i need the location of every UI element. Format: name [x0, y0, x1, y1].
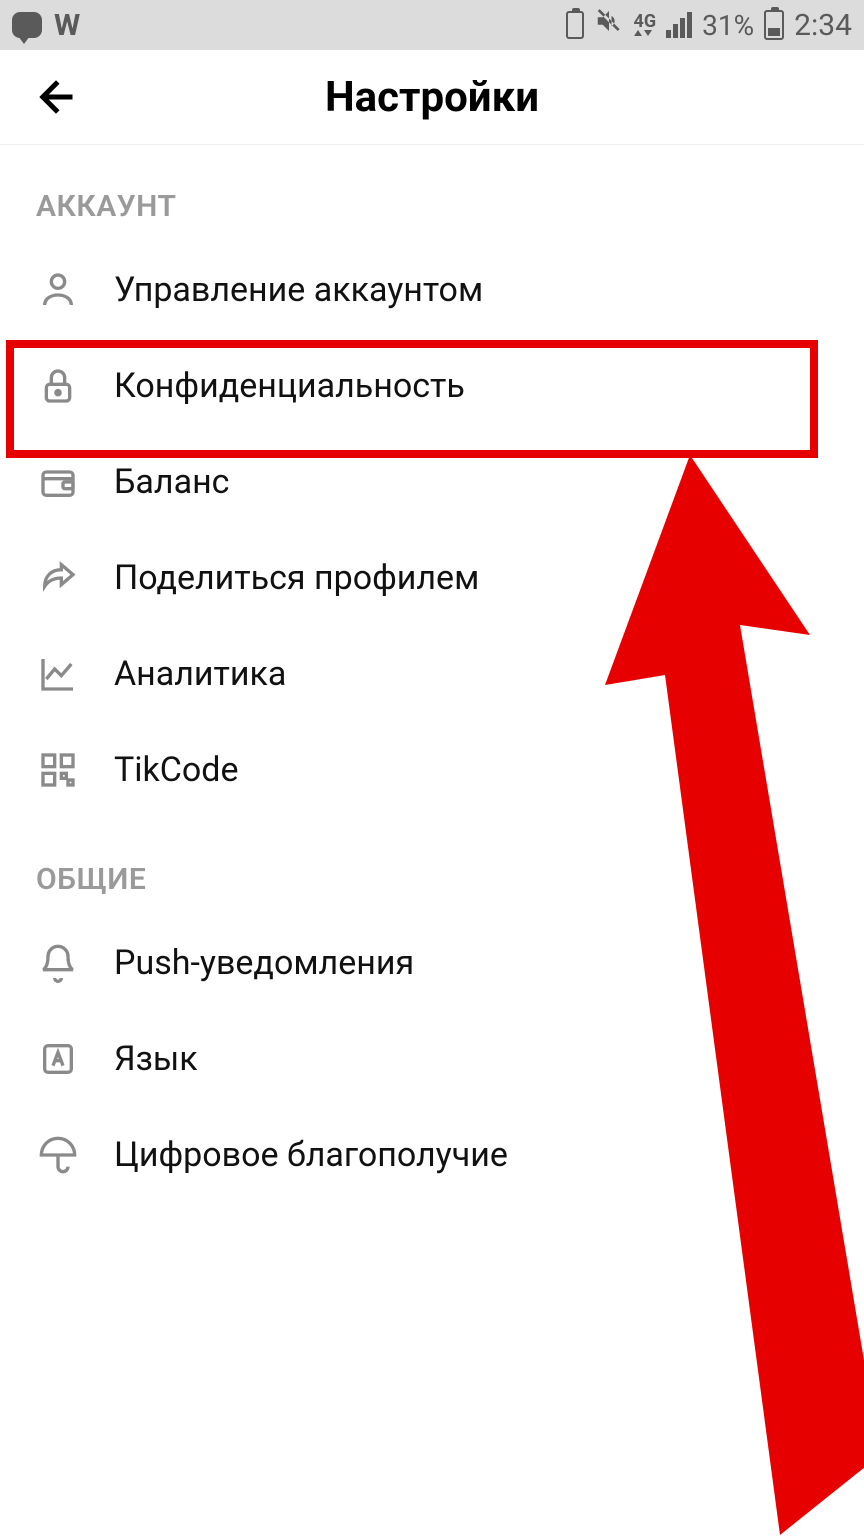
settings-item-label: Push-уведомления [114, 943, 414, 983]
settings-item-analytics[interactable]: Аналитика [0, 626, 864, 722]
share-icon [36, 556, 80, 600]
settings-item-balance[interactable]: Баланс [0, 434, 864, 530]
page-title: Настройки [325, 73, 539, 122]
settings-item-label: Аналитика [114, 654, 286, 694]
settings-item-digital-wellbeing[interactable]: Цифровое благополучие [0, 1107, 864, 1203]
settings-item-label: Конфиденциальность [114, 366, 465, 406]
settings-item-push-notifications[interactable]: Push-уведомления [0, 915, 864, 1011]
settings-item-tikcode[interactable]: TikCode [0, 722, 864, 818]
settings-item-share-profile[interactable]: Поделиться профилем [0, 530, 864, 626]
section-heading-account: АККАУНТ [0, 145, 864, 242]
signal-bars-icon [666, 12, 692, 38]
settings-item-label: TikCode [114, 750, 239, 790]
settings-item-label: Управление аккаунтом [114, 270, 483, 310]
chart-line-icon [36, 652, 80, 696]
settings-item-privacy[interactable]: Конфиденциальность [0, 338, 864, 434]
bell-icon [36, 941, 80, 985]
status-bar-right: 4G 31% 2:34 [566, 6, 852, 44]
language-icon [36, 1037, 80, 1081]
settings-item-label: Цифровое благополучие [114, 1135, 508, 1175]
umbrella-icon [36, 1133, 80, 1177]
settings-item-label: Баланс [114, 462, 229, 502]
settings-item-label: Язык [114, 1039, 198, 1079]
lock-icon [36, 364, 80, 408]
network-type-label: 4G [634, 14, 657, 36]
settings-item-language[interactable]: Язык [0, 1011, 864, 1107]
status-bar-left: W [12, 8, 80, 43]
battery-percentage: 31% [702, 9, 754, 42]
back-button[interactable] [16, 57, 96, 137]
qr-code-icon [36, 748, 80, 792]
vk-logo-icon: W [54, 8, 80, 43]
battery-saver-icon [566, 11, 584, 39]
clock: 2:34 [794, 8, 852, 43]
settings-item-manage-account[interactable]: Управление аккаунтом [0, 242, 864, 338]
app-header: Настройки [0, 50, 864, 145]
back-arrow-icon [32, 73, 80, 121]
person-icon [36, 268, 80, 312]
status-bar: W 4G 31% 2:34 [0, 0, 864, 50]
settings-item-label: Поделиться профилем [114, 558, 479, 598]
battery-level-icon [764, 10, 784, 40]
mute-icon [594, 6, 624, 44]
wallet-icon [36, 460, 80, 504]
section-heading-general: ОБЩИЕ [0, 818, 864, 915]
chat-notification-icon [12, 12, 42, 38]
